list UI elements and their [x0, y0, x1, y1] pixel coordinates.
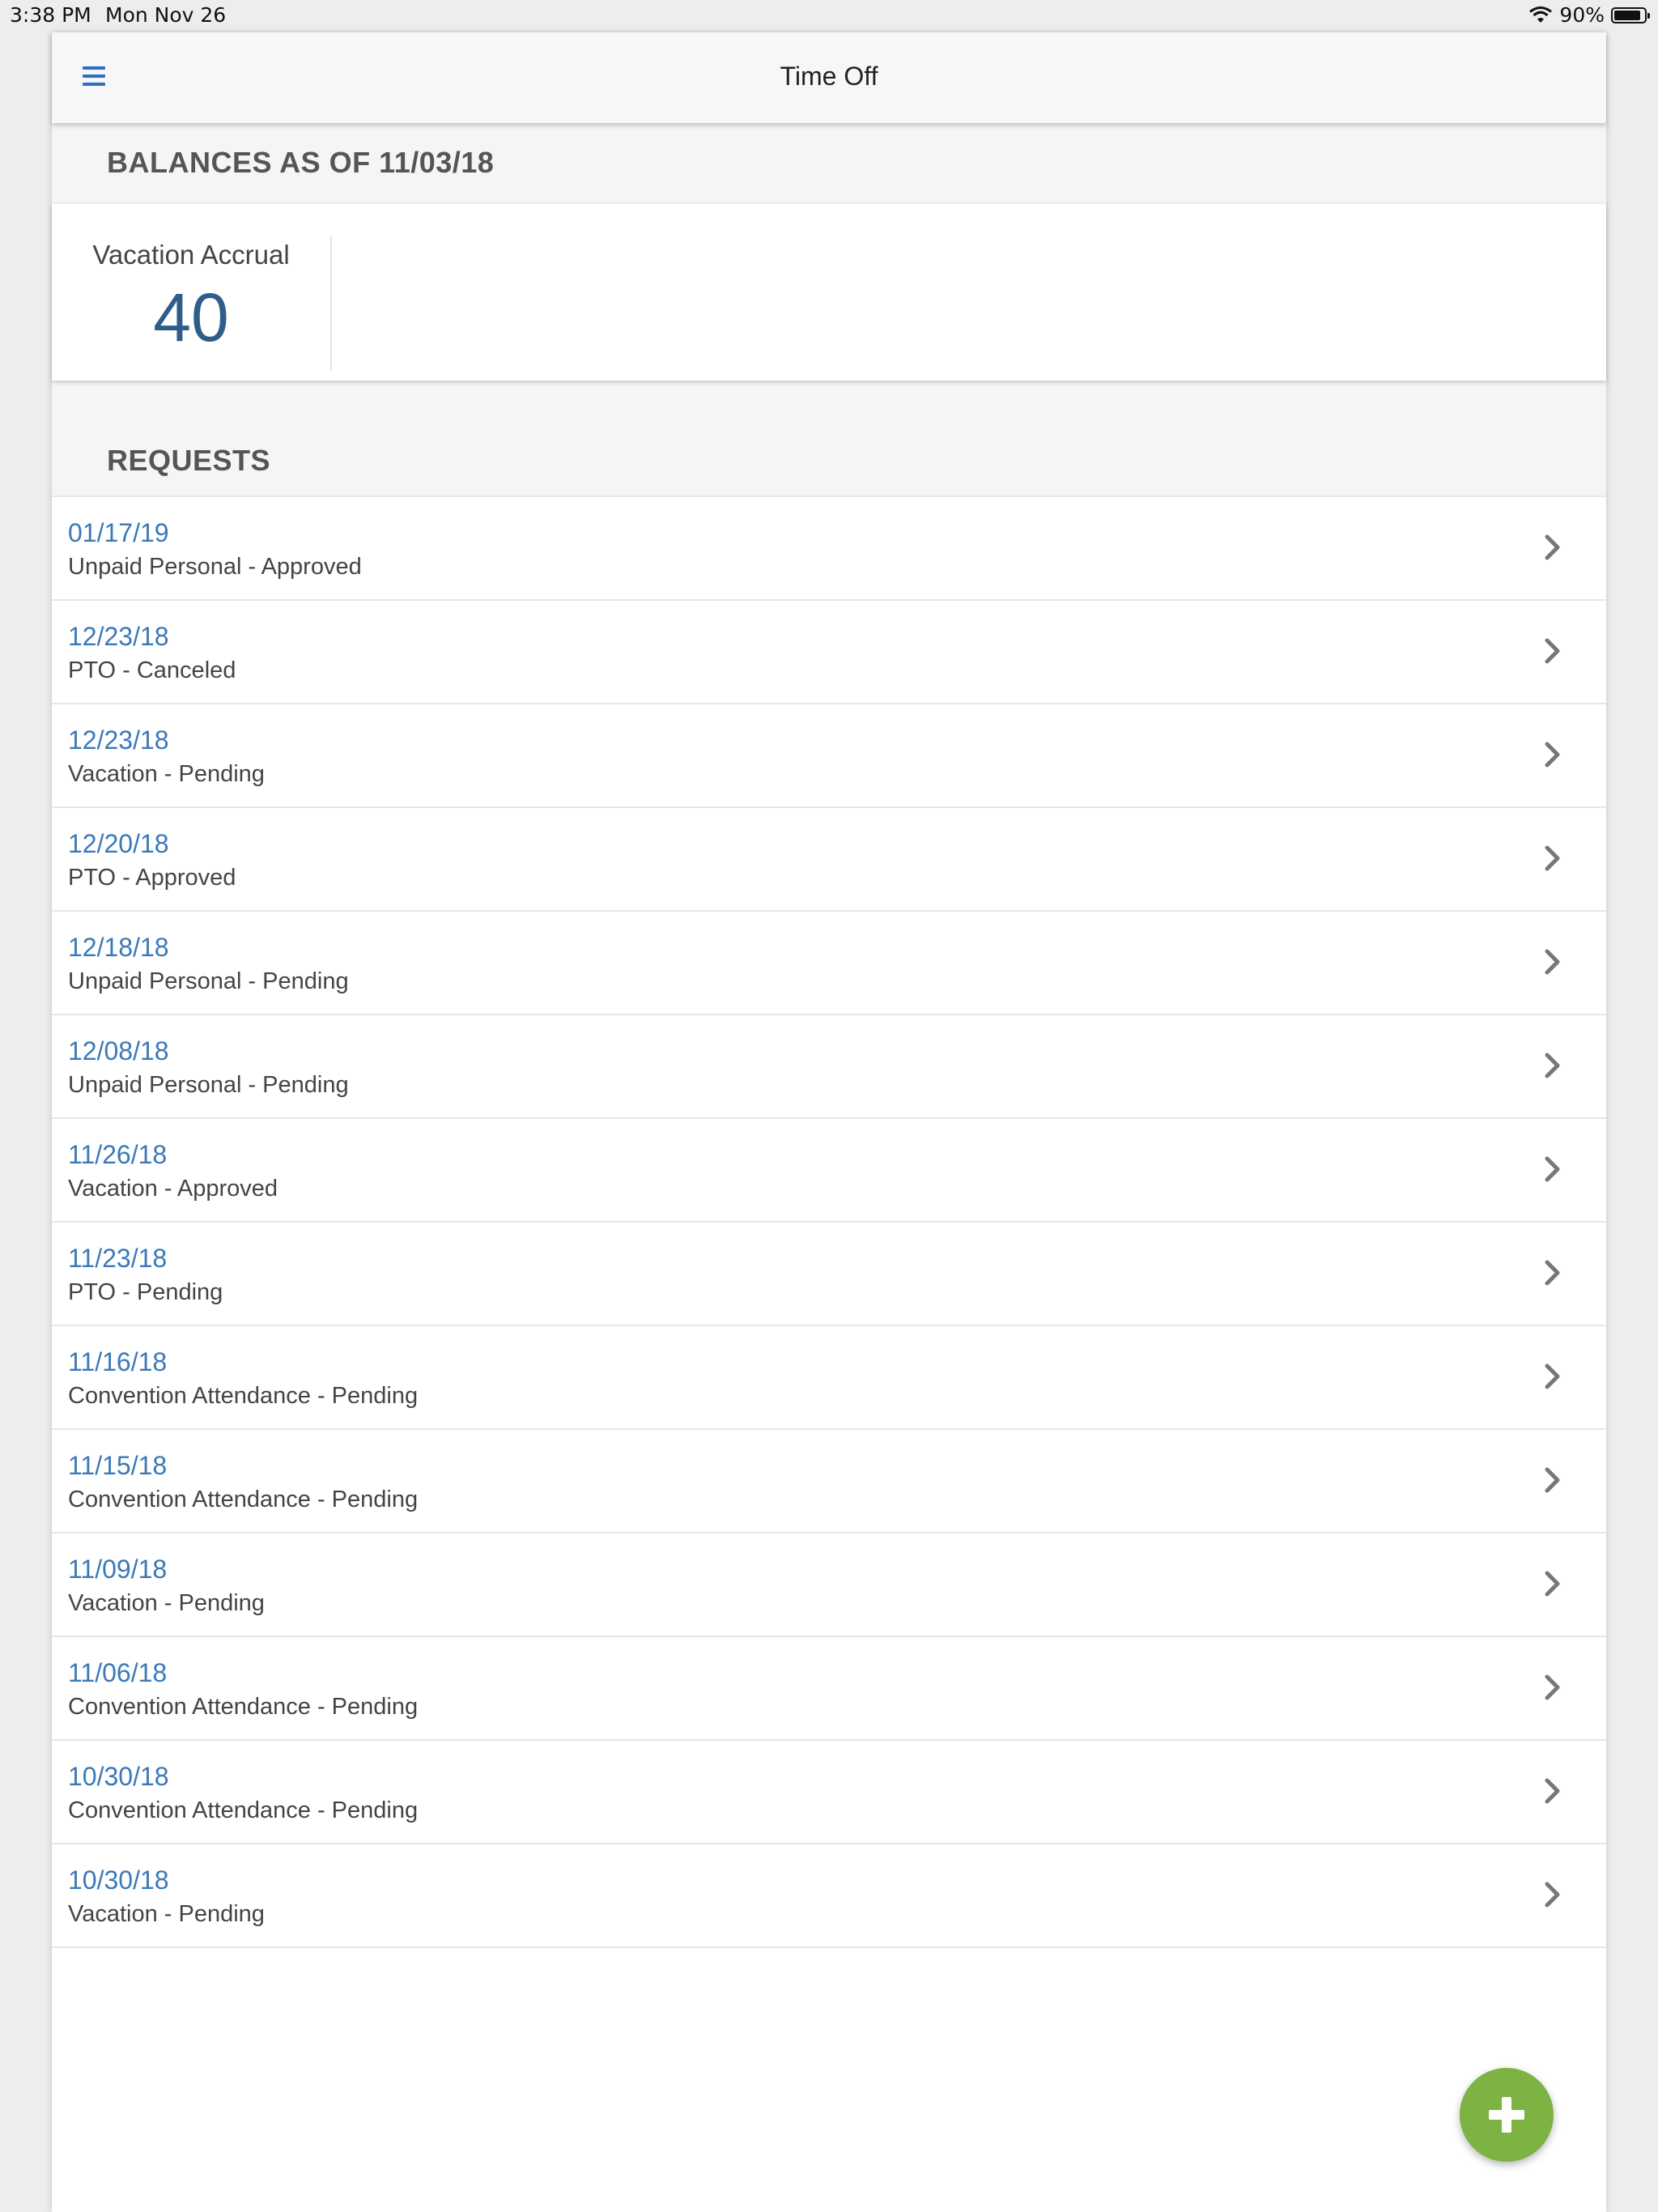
request-list: 01/17/19 Unpaid Personal - Approved 12/23/… [52, 496, 1606, 1948]
request-row[interactable]: 12/08/18 Unpaid Personal - Pending [52, 1015, 1606, 1119]
request-description: Unpaid Personal - Approved [68, 554, 362, 580]
chevron-right-icon [1545, 1882, 1560, 1908]
request-date: 12/23/18 [68, 622, 169, 651]
wifi-icon [1528, 6, 1553, 24]
chevron-right-icon [1545, 638, 1560, 664]
chevron-right-icon [1545, 1156, 1560, 1182]
request-description: Convention Attendance - Pending [68, 1487, 419, 1512]
status-time: 3:38 PM [10, 3, 91, 27]
request-row[interactable]: 11/06/18 Convention Attendance - Pending [52, 1637, 1606, 1741]
chevron-right-icon [1545, 845, 1560, 871]
request-description: Convention Attendance - Pending [68, 1383, 419, 1409]
plus-icon-vertical [1502, 2097, 1511, 2133]
request-description: PTO - Approved [68, 865, 236, 891]
battery-percent: 90% [1559, 3, 1605, 27]
battery-icon [1611, 6, 1650, 23]
request-description: Vacation - Approved [68, 1176, 278, 1202]
request-date: 11/23/18 [68, 1244, 168, 1273]
request-row[interactable]: 12/18/18 Unpaid Personal - Pending [52, 912, 1606, 1015]
balance-label: Vacation Accrual [92, 240, 290, 270]
chevron-right-icon [1545, 1778, 1560, 1804]
request-date: 12/20/18 [68, 829, 169, 858]
request-date: 10/30/18 [68, 1762, 169, 1791]
request-description: Vacation - Pending [68, 1590, 265, 1616]
chevron-right-icon [1545, 949, 1560, 975]
request-description: Unpaid Personal - Pending [68, 1072, 349, 1098]
balance-tile: Vacation Accrual 40 [52, 204, 332, 381]
request-description: PTO - Canceled [68, 657, 236, 683]
request-description: Convention Attendance - Pending [68, 1797, 419, 1823]
request-row[interactable]: 10/30/18 Vacation - Pending [52, 1844, 1606, 1948]
requests-header-label: REQUESTS [107, 444, 271, 477]
request-date: 11/06/18 [68, 1658, 168, 1687]
request-date: 11/09/18 [68, 1555, 168, 1584]
requests-section-header: REQUESTS [52, 381, 1606, 496]
chevron-right-icon [1545, 1674, 1560, 1700]
chevron-right-icon [1545, 1363, 1560, 1389]
time-off-panel: Time Off BALANCES AS OF 11/03/18 Vacatio… [52, 32, 1606, 2212]
balances-section-header: BALANCES AS OF 11/03/18 [52, 123, 1606, 204]
request-date: 01/17/19 [68, 518, 169, 547]
request-description: Convention Attendance - Pending [68, 1694, 419, 1720]
chevron-right-icon [1545, 1053, 1560, 1078]
request-description: Unpaid Personal - Pending [68, 968, 349, 994]
request-row[interactable]: 01/17/19 Unpaid Personal - Approved [52, 497, 1606, 601]
request-date: 11/16/18 [68, 1347, 168, 1376]
status-right: 90% [1528, 3, 1650, 27]
request-date: 12/08/18 [68, 1036, 169, 1066]
status-date: Mon Nov 26 [105, 3, 227, 27]
request-row[interactable]: 10/30/18 Convention Attendance - Pending [52, 1741, 1606, 1844]
request-row[interactable]: 11/16/18 Convention Attendance - Pending [52, 1326, 1606, 1430]
request-row[interactable]: 12/23/18 PTO - Canceled [52, 601, 1606, 704]
chevron-right-icon [1545, 1571, 1560, 1597]
request-description: Vacation - Pending [68, 761, 265, 787]
chevron-right-icon [1545, 742, 1560, 768]
request-row[interactable]: 11/23/18 PTO - Pending [52, 1223, 1606, 1326]
request-row[interactable]: 11/09/18 Vacation - Pending [52, 1534, 1606, 1637]
chevron-right-icon [1545, 1260, 1560, 1286]
request-date: 11/15/18 [68, 1451, 168, 1480]
request-row[interactable]: 11/26/18 Vacation - Approved [52, 1119, 1606, 1223]
request-row[interactable]: 12/20/18 PTO - Approved [52, 808, 1606, 912]
chevron-right-icon [1545, 1467, 1560, 1493]
request-date: 10/30/18 [68, 1865, 169, 1895]
balance-value: 40 [153, 279, 229, 355]
request-date: 12/23/18 [68, 725, 169, 755]
page-title: Time Off [780, 62, 878, 91]
request-row[interactable]: 12/23/18 Vacation - Pending [52, 704, 1606, 808]
balances-header-label: BALANCES AS OF 11/03/18 [107, 146, 495, 179]
request-description: PTO - Pending [68, 1279, 223, 1305]
status-bar: 3:38 PM Mon Nov 26 90% [0, 0, 1658, 32]
request-date: 12/18/18 [68, 933, 169, 962]
request-date: 11/26/18 [68, 1140, 168, 1169]
add-request-button[interactable] [1460, 2068, 1554, 2162]
balance-card: Vacation Accrual 40 [52, 204, 1606, 381]
chevron-right-icon [1545, 534, 1560, 560]
navbar: Time Off [52, 32, 1606, 123]
request-row[interactable]: 11/15/18 Convention Attendance - Pending [52, 1430, 1606, 1534]
request-description: Vacation - Pending [68, 1901, 265, 1927]
